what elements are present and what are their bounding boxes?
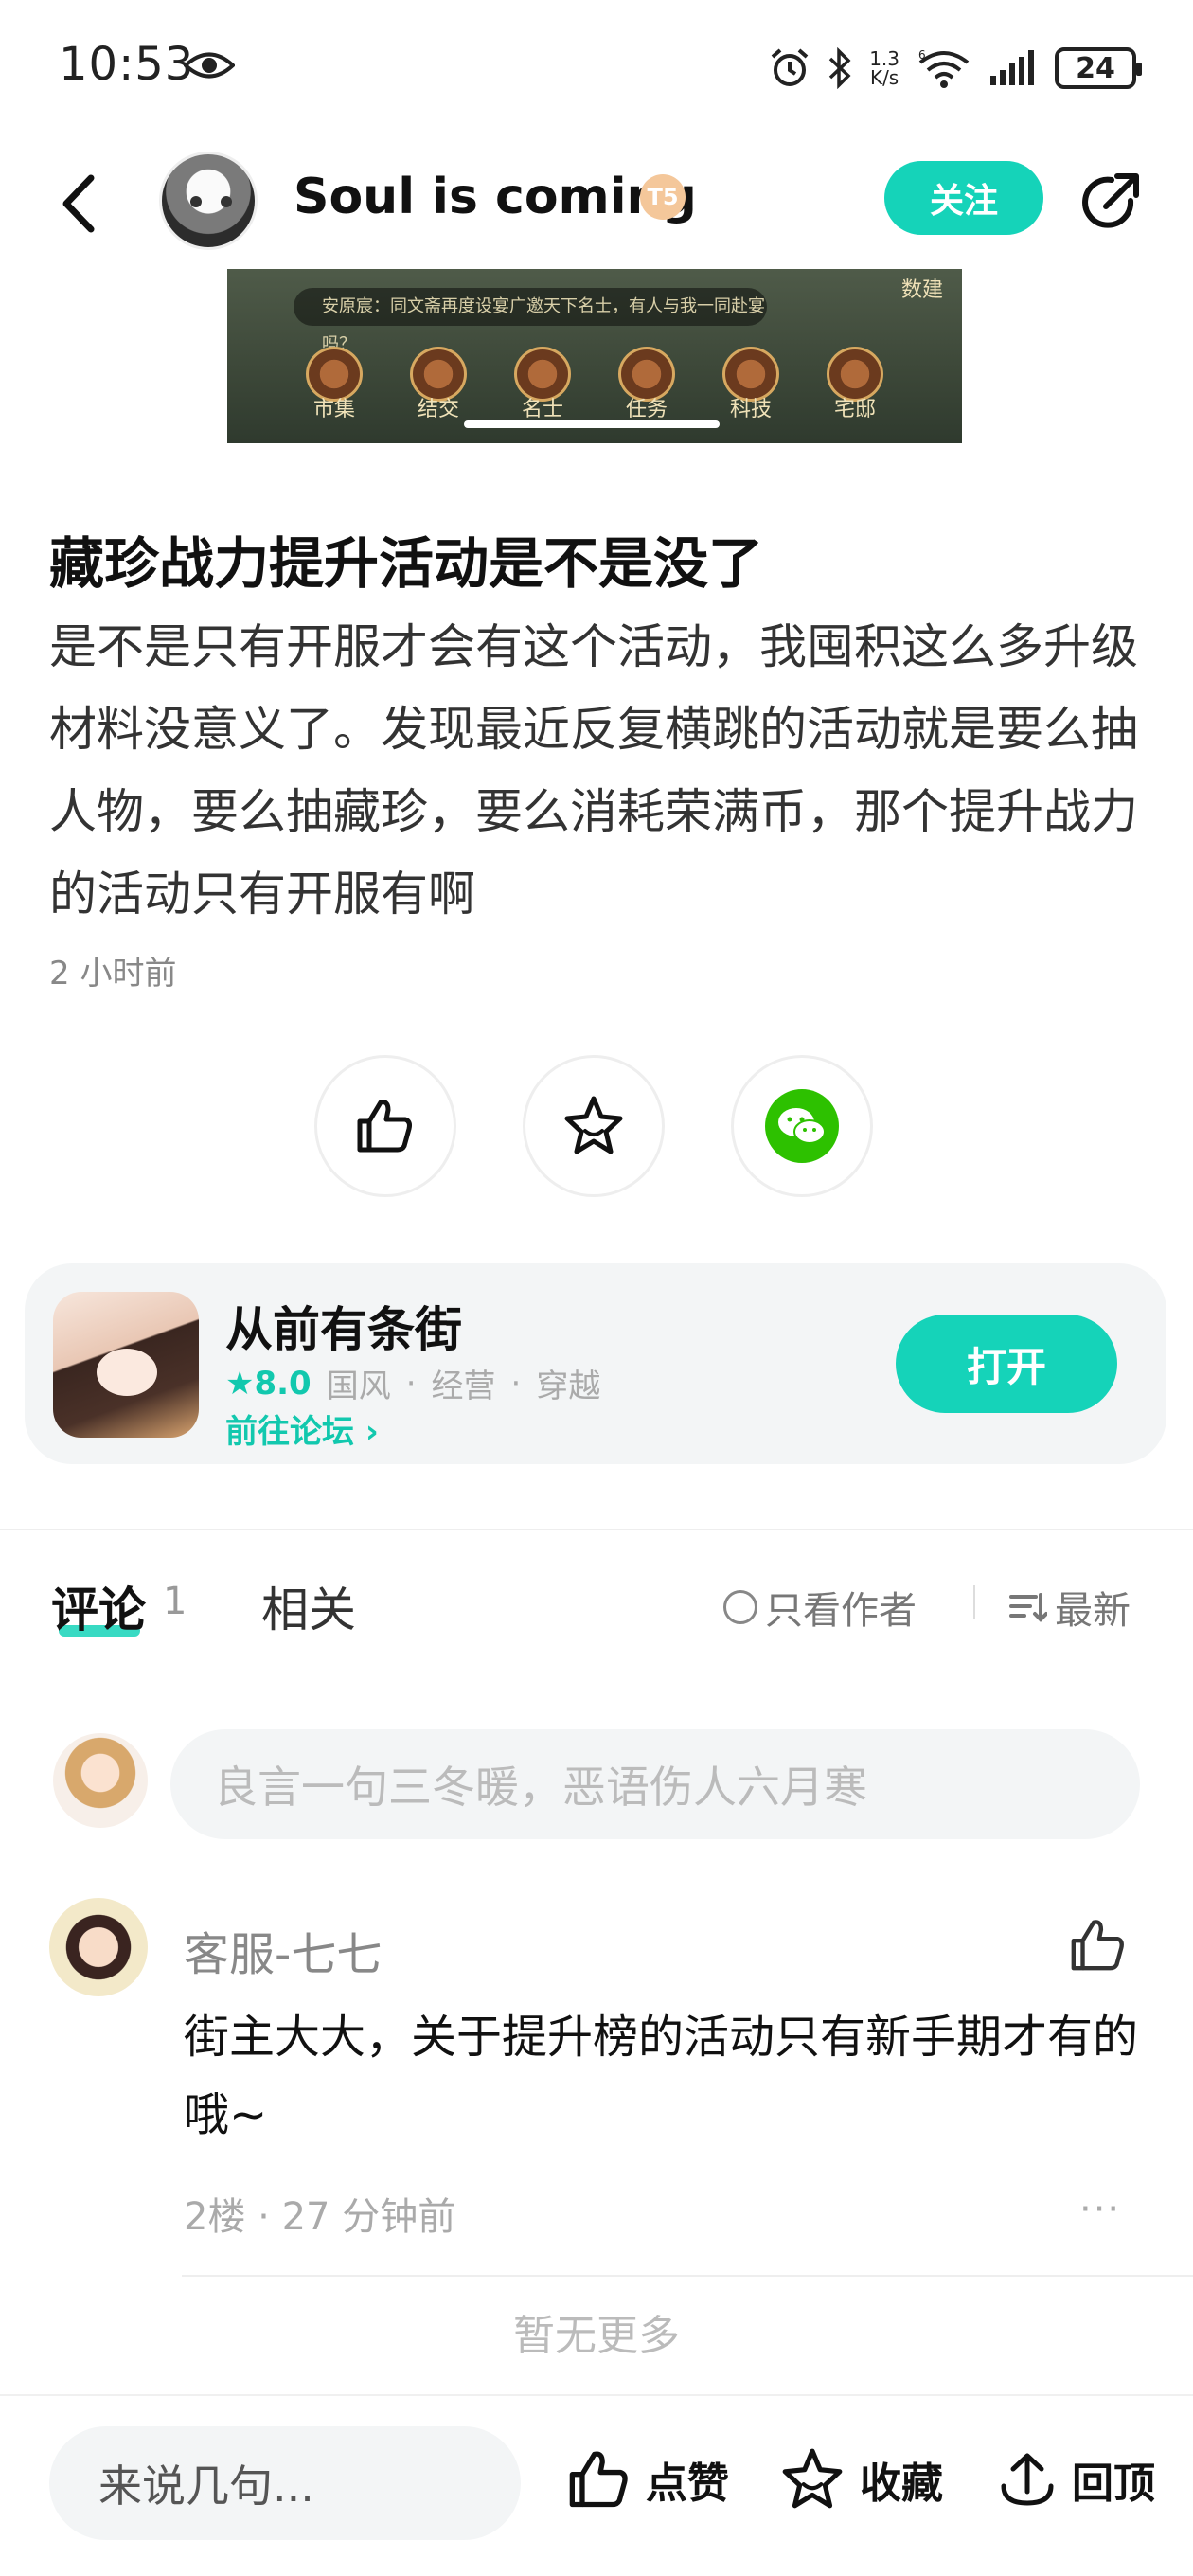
status-icons: 1.3 K/s 6 24 [769, 40, 1142, 97]
tag-separator: · [510, 1364, 522, 1403]
eye-icon [184, 52, 235, 79]
bottom-favorite-button[interactable]: 收藏 [778, 2442, 943, 2517]
post-body: 是不是只有开服才会有这个活动，我囤积这么多升级材料没意义了。发现最近反复横跳的活… [49, 619, 1138, 921]
section-divider [0, 1529, 1193, 1530]
tab-related[interactable]: 相关 [261, 1572, 356, 1640]
sort-toggle[interactable]: 最新 [1009, 1580, 1131, 1635]
thumbs-up-icon [569, 2451, 628, 2508]
banner-icon-row: 市集 结交 名士 任务 科技 宅邸 [303, 347, 886, 422]
banner-icon: 结交 [407, 347, 470, 422]
filter-separator [973, 1585, 975, 1619]
tab-comments[interactable]: 评论 [51, 1572, 146, 1640]
game-icon[interactable] [53, 1292, 199, 1438]
reply-input[interactable]: 来说几句... [49, 2426, 521, 2540]
comment-input[interactable]: 良言一句三冬暖，恶语伤人六月寒 [170, 1729, 1140, 1839]
open-game-button[interactable]: 打开 [896, 1315, 1117, 1413]
author-only-toggle[interactable]: 只看作者 [723, 1580, 917, 1635]
comment-divider [182, 2275, 1193, 2277]
bottom-like-label: 点赞 [646, 2460, 729, 2508]
commenter-avatar[interactable] [49, 1898, 148, 1996]
banner-icon: 任务 [615, 347, 678, 422]
comments-count: 1 [163, 1580, 187, 1623]
game-tag: 经营 [431, 1368, 496, 1405]
tag-separator: · [405, 1364, 417, 1403]
thumbs-up-icon [357, 1100, 412, 1153]
game-meta: ★8.0 国风 · 经营 · 穿越 [225, 1360, 600, 1406]
bluetooth-icon [828, 47, 851, 89]
author-name[interactable]: Soul is coming [294, 169, 697, 225]
svg-text:6: 6 [918, 48, 926, 62]
author-only-label: 只看作者 [765, 1589, 917, 1633]
comment-more-button[interactable]: ··· [1079, 2188, 1121, 2231]
author-avatar[interactable] [159, 152, 258, 250]
comment-like-icon[interactable] [1068, 1915, 1129, 1976]
forum-link[interactable]: 前往论坛 › [225, 1405, 379, 1452]
sort-icon [1009, 1593, 1047, 1622]
commenter-name[interactable]: 客服-七七 [184, 1917, 382, 1983]
alarm-icon [771, 48, 809, 86]
banner-icon: 科技 [720, 347, 782, 422]
radio-icon [723, 1590, 757, 1624]
favorite-button[interactable] [523, 1055, 665, 1197]
status-bar: 10:53 1.3 K/s 6 24 [0, 0, 1193, 123]
no-more-label: 暂无更多 [513, 2312, 680, 2360]
like-button[interactable] [314, 1055, 456, 1197]
net-speed: 1.3 K/s [869, 47, 899, 89]
bottom-bar: 来说几句... 点赞 收藏 回顶 [0, 2394, 1193, 2576]
comment-text: 街主大大，关于提升榜的活动只有新手期才有的哦~ [184, 2011, 1139, 2141]
my-avatar [53, 1733, 148, 1828]
arrow-up-icon [1001, 2453, 1054, 2506]
back-arrow-icon[interactable] [57, 170, 104, 237]
bottom-favorite-label: 收藏 [860, 2460, 943, 2508]
post-header: Soul is coming T5 关注 [0, 133, 1193, 265]
game-card[interactable]: 从前有条街 ★8.0 国风 · 经营 · 穿越 前往论坛 › 打开 [25, 1263, 1166, 1464]
bottom-like-button[interactable]: 点赞 [566, 2442, 729, 2517]
game-name: 从前有条街 [225, 1302, 462, 1357]
banner-icon: 市集 [303, 347, 365, 422]
back-to-top-label: 回顶 [1072, 2460, 1155, 2508]
banner-tag: 数建 [900, 278, 943, 302]
signal-icon [990, 50, 1034, 85]
star-icon [782, 2448, 843, 2509]
wechat-icon [765, 1089, 839, 1163]
comment-meta: 2楼 · 27 分钟前 [184, 2195, 456, 2239]
follow-button[interactable]: 关注 [884, 161, 1043, 235]
game-rating: ★8.0 [225, 1364, 312, 1403]
banner-message: 安原宸：同文斋再度设宴广邀天下名士，有人与我一同赴宴吗？ [294, 288, 767, 354]
post-title: 藏珍战力提升活动是不是没了 [49, 531, 764, 596]
back-to-top-button[interactable]: 回顶 [996, 2442, 1155, 2517]
post-image[interactable]: 安原宸：同文斋再度设宴广邀天下名士，有人与我一同赴宴吗？ 市集 结交 名士 任务… [227, 269, 962, 443]
banner-icon: 名士 [511, 347, 574, 422]
game-tag: 穿越 [536, 1368, 601, 1405]
wechat-share-button[interactable] [731, 1055, 873, 1197]
share-icon[interactable] [1077, 169, 1144, 235]
post-actions [314, 1055, 873, 1197]
banner-icon: 宅邸 [824, 347, 886, 422]
battery-indicator: 24 [1055, 47, 1142, 89]
game-tag: 国风 [326, 1368, 391, 1405]
level-badge: T5 [640, 174, 686, 220]
star-icon [564, 1096, 623, 1154]
sort-label: 最新 [1055, 1589, 1131, 1633]
post-time: 2 小时前 [49, 955, 177, 993]
wifi-icon: 6 [918, 48, 970, 88]
image-scroll-indicator [464, 420, 720, 428]
status-time: 10:53 [59, 38, 195, 91]
